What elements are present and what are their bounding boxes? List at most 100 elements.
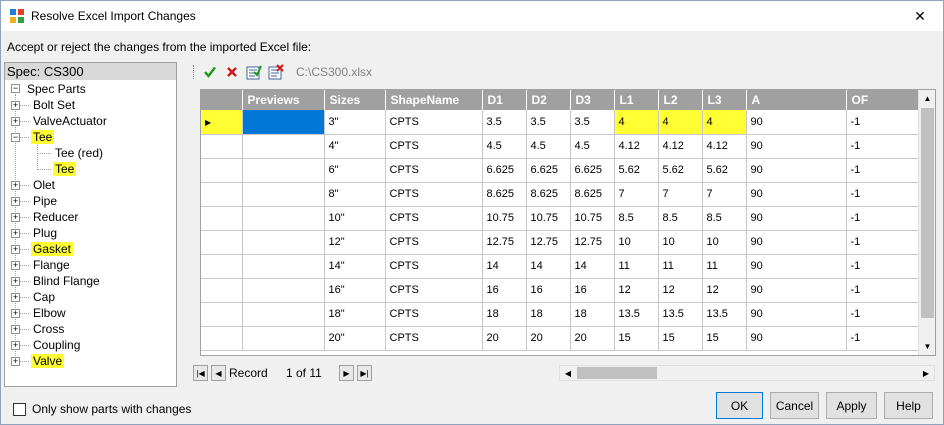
row-header[interactable] <box>201 278 243 303</box>
expand-icon[interactable]: + <box>11 197 20 206</box>
table-cell[interactable]: 16" <box>324 278 386 303</box>
table-cell[interactable]: CPTS <box>385 278 483 303</box>
table-cell[interactable]: 8.625 <box>570 182 615 207</box>
table-cell[interactable] <box>242 158 325 183</box>
row-header[interactable] <box>201 230 243 255</box>
table-row[interactable]: ▶ 3" CPTS 3.5 3.5 3.5 4 4 4 90 -1 <box>201 110 921 135</box>
table-cell[interactable]: 16 <box>526 278 571 303</box>
column-header[interactable]: D3 <box>570 90 615 110</box>
table-row[interactable]: 18" CPTS 18 18 18 13.5 13.5 13.5 90 -1 <box>201 302 921 327</box>
table-row[interactable]: 8" CPTS 8.625 8.625 8.625 7 7 7 90 -1 <box>201 182 921 207</box>
table-cell[interactable]: 12 <box>614 278 659 303</box>
table-cell[interactable]: 5.62 <box>614 158 659 183</box>
table-cell[interactable]: -1 <box>846 206 921 231</box>
table-cell[interactable]: -1 <box>846 302 921 327</box>
column-header[interactable]: L3 <box>702 90 747 110</box>
table-cell[interactable]: -1 <box>846 254 921 279</box>
expand-icon[interactable]: + <box>11 357 20 366</box>
table-cell[interactable]: 3.5 <box>526 110 571 135</box>
column-header[interactable]: D1 <box>482 90 527 110</box>
table-cell[interactable]: 8.625 <box>526 182 571 207</box>
changes-only-checkbox-row[interactable]: Only show parts with changes <box>13 402 191 416</box>
expand-icon[interactable]: + <box>11 213 20 222</box>
row-header[interactable] <box>201 326 243 351</box>
table-cell[interactable]: 14" <box>324 254 386 279</box>
expand-icon[interactable]: + <box>11 325 20 334</box>
tree-item[interactable]: Flange <box>31 257 72 273</box>
expand-icon[interactable]: + <box>11 245 20 254</box>
table-cell[interactable]: -1 <box>846 134 921 159</box>
row-header[interactable] <box>201 302 243 327</box>
table-cell[interactable]: 90 <box>746 302 847 327</box>
column-header[interactable]: ShapeName <box>385 90 483 110</box>
table-cell[interactable]: CPTS <box>385 206 483 231</box>
table-cell[interactable]: CPTS <box>385 182 483 207</box>
table-cell[interactable]: 4.5 <box>482 134 527 159</box>
changes-only-checkbox[interactable] <box>13 402 26 416</box>
table-cell[interactable]: 18" <box>324 302 386 327</box>
table-cell[interactable]: CPTS <box>385 134 483 159</box>
table-row[interactable]: 14" CPTS 14 14 14 11 11 11 90 -1 <box>201 254 921 279</box>
table-cell[interactable]: 4.12 <box>702 134 747 159</box>
table-cell[interactable]: 4.12 <box>658 134 703 159</box>
collapse-icon[interactable]: − <box>11 84 20 93</box>
table-cell[interactable]: 10 <box>702 230 747 255</box>
table-cell[interactable] <box>242 326 325 351</box>
tree-item[interactable]: Elbow <box>31 305 68 321</box>
reject-all-button[interactable] <box>267 63 285 81</box>
tree-item[interactable]: Pipe <box>31 193 59 209</box>
table-cell[interactable]: 16 <box>570 278 615 303</box>
table-cell[interactable]: 6.625 <box>526 158 571 183</box>
table-cell[interactable]: 13.5 <box>614 302 659 327</box>
tree-item[interactable]: Gasket <box>31 241 74 257</box>
help-button[interactable]: Help <box>884 392 933 419</box>
expand-icon[interactable]: + <box>11 101 20 110</box>
table-cell[interactable]: -1 <box>846 110 921 135</box>
table-cell[interactable]: 20 <box>526 326 571 351</box>
table-cell[interactable]: 3.5 <box>482 110 527 135</box>
table-cell[interactable] <box>242 206 325 231</box>
table-cell[interactable]: 4 <box>614 110 659 135</box>
table-cell[interactable]: 6" <box>324 158 386 183</box>
table-cell[interactable]: 12.75 <box>526 230 571 255</box>
table-cell[interactable]: 5.62 <box>658 158 703 183</box>
table-cell[interactable] <box>242 254 325 279</box>
next-record-icon[interactable]: ▶ <box>339 365 354 381</box>
table-cell[interactable]: CPTS <box>385 254 483 279</box>
column-header[interactable]: L2 <box>658 90 703 110</box>
table-cell[interactable]: 5.62 <box>702 158 747 183</box>
scroll-up-icon[interactable]: ▲ <box>919 90 935 107</box>
table-cell[interactable]: 90 <box>746 110 847 135</box>
ok-button[interactable]: OK <box>716 392 763 419</box>
scroll-thumb[interactable] <box>921 108 934 318</box>
grid-horizontal-scrollbar[interactable]: ◀ ▶ <box>559 365 935 381</box>
tree-item[interactable]: Cap <box>31 289 57 305</box>
table-cell[interactable]: 8.5 <box>658 206 703 231</box>
table-cell[interactable]: 18 <box>482 302 527 327</box>
table-cell[interactable]: 14 <box>526 254 571 279</box>
column-header[interactable]: D2 <box>526 90 571 110</box>
table-cell[interactable]: 12.75 <box>482 230 527 255</box>
tree-item[interactable]: Tee (red) <box>53 145 105 161</box>
prev-record-icon[interactable]: ◀ <box>211 365 226 381</box>
table-cell[interactable]: -1 <box>846 158 921 183</box>
table-cell[interactable]: -1 <box>846 230 921 255</box>
expand-icon[interactable]: + <box>11 341 20 350</box>
table-row[interactable]: 20" CPTS 20 20 20 15 15 15 90 -1 <box>201 326 921 351</box>
table-cell[interactable] <box>242 110 325 135</box>
expand-icon[interactable]: + <box>11 117 20 126</box>
table-cell[interactable]: 12 <box>702 278 747 303</box>
table-cell[interactable]: 10" <box>324 206 386 231</box>
table-cell[interactable] <box>242 134 325 159</box>
table-cell[interactable]: CPTS <box>385 158 483 183</box>
table-cell[interactable]: 7 <box>702 182 747 207</box>
table-cell[interactable]: 11 <box>614 254 659 279</box>
table-cell[interactable]: 90 <box>746 182 847 207</box>
table-row[interactable]: 16" CPTS 16 16 16 12 12 12 90 -1 <box>201 278 921 303</box>
table-row[interactable]: 10" CPTS 10.75 10.75 10.75 8.5 8.5 8.5 90 -1 <box>201 206 921 231</box>
table-cell[interactable]: CPTS <box>385 230 483 255</box>
last-record-icon[interactable]: ▶| <box>357 365 372 381</box>
tree-item[interactable]: Blind Flange <box>31 273 102 289</box>
scroll-down-icon[interactable]: ▼ <box>919 338 935 355</box>
tree-item[interactable]: Tee <box>31 129 55 145</box>
